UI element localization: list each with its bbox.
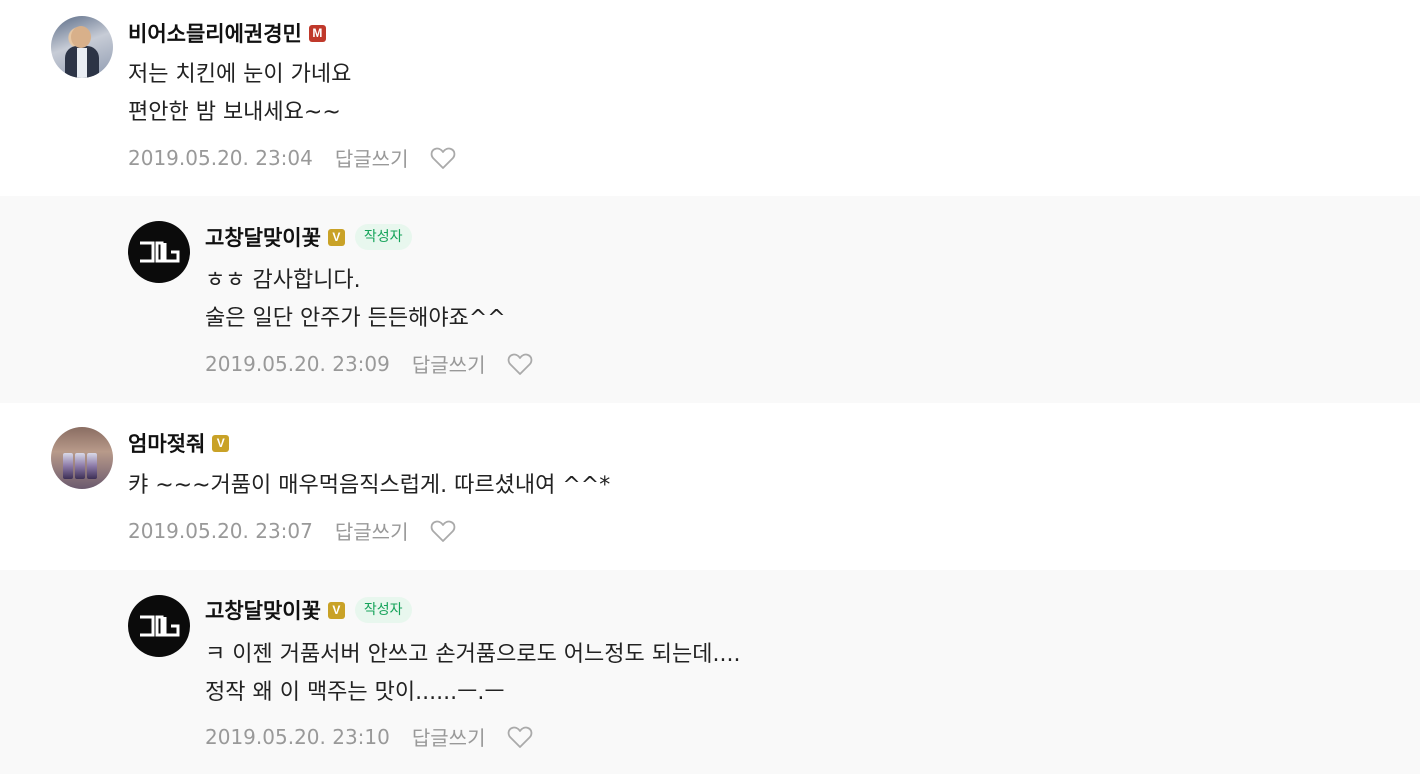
comment-meta: 2019.05.20. 23:04 답글쓰기 [128, 143, 456, 172]
comment-item: 엄마젖줘 V 캬 ~~~거품이 매우먹음직스럽게. 따르셨내여 ^^* 2019… [0, 403, 1420, 570]
reply-button[interactable]: 답글쓰기 [412, 722, 486, 751]
comment-text: 저는 치킨에 눈이 가네요 편안한 밤 보내세요~~ [128, 56, 351, 132]
author-name[interactable]: 고창달맞이꽃 [205, 595, 321, 625]
comment-line: 캬 ~~~거품이 매우먹음직스럽게. 따르셨내여 ^^* [128, 473, 611, 498]
comment-timestamp: 2019.05.20. 23:04 [128, 145, 313, 170]
comment-author-row: 엄마젖줘 V [128, 428, 230, 458]
comment-meta: 2019.05.20. 23:07 답글쓰기 [128, 516, 456, 545]
verified-badge-icon: V [327, 601, 345, 619]
comment-text: ㅋ 이젠 거품서버 안쓰고 손거품으로도 어느정도 되는데.... 정작 왜 이… [205, 636, 740, 712]
avatar[interactable] [128, 595, 190, 657]
comment-author-row: 고창달맞이꽃 V 작성자 [205, 595, 412, 625]
comment-item: 비어소믈리에권경민 M 저는 치킨에 눈이 가네요 편안한 밤 보내세요~~ 2… [0, 0, 1420, 196]
heart-outline-icon[interactable] [430, 519, 456, 543]
comment-text: ㅎㅎ 감사합니다. 술은 일단 안주가 든든해야죠^^ [205, 262, 506, 338]
author-name[interactable]: 고창달맞이꽃 [205, 222, 321, 252]
gd-logo-icon [140, 241, 180, 263]
verified-badge-icon: V [327, 228, 345, 246]
reply-item: 고창달맞이꽃 V 작성자 ㅎㅎ 감사합니다. 술은 일단 안주가 든든해야죠^^… [0, 196, 1420, 403]
reply-button[interactable]: 답글쓰기 [335, 516, 409, 545]
comment-line: 술은 일단 안주가 든든해야죠^^ [205, 306, 506, 331]
gd-logo-icon [140, 615, 180, 637]
verified-badge-icon: V [212, 434, 230, 452]
heart-outline-icon[interactable] [507, 725, 533, 749]
avatar[interactable] [51, 16, 113, 78]
comment-author-row: 비어소믈리에권경민 M [128, 18, 326, 48]
comment-meta: 2019.05.20. 23:10 답글쓰기 [205, 722, 533, 751]
author-name[interactable]: 엄마젖줘 [128, 428, 205, 458]
comment-text: 캬 ~~~거품이 매우먹음직스럽게. 따르셨내여 ^^* [128, 467, 610, 505]
comment-timestamp: 2019.05.20. 23:10 [205, 724, 390, 749]
avatar[interactable] [128, 221, 190, 283]
comment-timestamp: 2019.05.20. 23:09 [205, 351, 390, 376]
author-name[interactable]: 비어소믈리에권경민 [128, 18, 302, 48]
comment-timestamp: 2019.05.20. 23:07 [128, 518, 313, 543]
reply-button[interactable]: 답글쓰기 [335, 143, 409, 172]
comment-line: ㅋ 이젠 거품서버 안쓰고 손거품으로도 어느정도 되는데.... [205, 642, 741, 667]
comment-line: 정작 왜 이 맥주는 맛이......ㅡ.ㅡ [205, 680, 505, 705]
manager-badge-icon: M [308, 24, 326, 42]
reply-item: 고창달맞이꽃 V 작성자 ㅋ 이젠 거품서버 안쓰고 손거품으로도 어느정도 되… [0, 570, 1420, 774]
reply-button[interactable]: 답글쓰기 [412, 349, 486, 378]
author-tag: 작성자 [354, 597, 412, 623]
avatar[interactable] [51, 427, 113, 489]
heart-outline-icon[interactable] [430, 146, 456, 170]
comment-line: 저는 치킨에 눈이 가네요 [128, 62, 352, 87]
comment-meta: 2019.05.20. 23:09 답글쓰기 [205, 349, 533, 378]
heart-outline-icon[interactable] [507, 352, 533, 376]
author-tag: 작성자 [354, 224, 412, 250]
comment-line: 편안한 밤 보내세요~~ [128, 100, 341, 125]
comment-line: ㅎㅎ 감사합니다. [205, 268, 361, 293]
comment-author-row: 고창달맞이꽃 V 작성자 [205, 222, 412, 252]
